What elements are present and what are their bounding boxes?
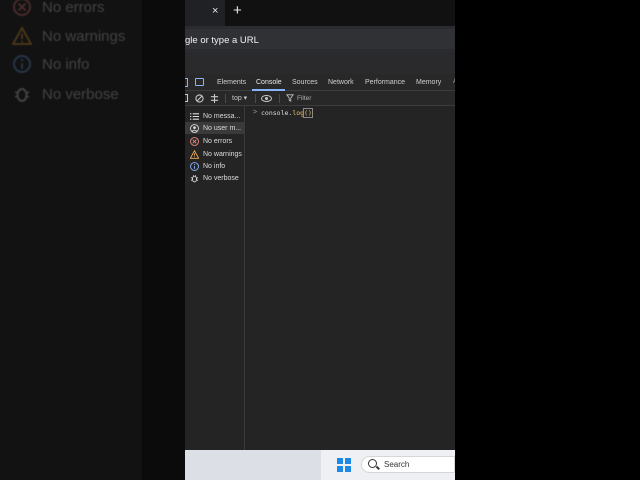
toolbar-divider bbox=[279, 94, 280, 103]
tab-sources[interactable]: Sources bbox=[292, 79, 318, 86]
sidebar-item-label: No warnings bbox=[203, 150, 242, 158]
console-toolbar: top ▾ Filter bbox=[185, 91, 455, 106]
sidebar-item-warnings[interactable]: No warnings bbox=[185, 148, 244, 160]
list-icon bbox=[190, 112, 199, 120]
new-tab-icon[interactable]: + bbox=[233, 2, 242, 19]
windows-logo-tile bbox=[345, 458, 351, 464]
taskbar-search[interactable]: Search bbox=[361, 456, 455, 473]
taskbar-search-label: Search bbox=[384, 460, 410, 469]
omnibox-placeholder: gle or type a URL bbox=[185, 35, 259, 46]
bg-item-info: No info bbox=[12, 54, 90, 74]
browser-tab[interactable]: × bbox=[185, 0, 225, 26]
console-input-function: log bbox=[292, 109, 305, 117]
filter-icon bbox=[286, 94, 294, 102]
sidebar-item-info[interactable]: No info bbox=[185, 160, 244, 172]
bg-item-label: No verbose bbox=[42, 85, 119, 103]
sidebar-item-label: No user m... bbox=[203, 124, 242, 132]
bg-item-label: No info bbox=[42, 55, 90, 73]
sidebar-toggle-icon[interactable] bbox=[185, 94, 188, 102]
screen: No errors No warnings No info No verbose… bbox=[0, 0, 640, 480]
user-icon bbox=[190, 123, 199, 133]
page-viewport-strip bbox=[185, 52, 455, 74]
sidebar-item-label: No info bbox=[203, 162, 226, 170]
inspect-element-icon[interactable] bbox=[185, 78, 188, 87]
info-icon bbox=[13, 55, 31, 73]
sidebar-item-user-messages[interactable]: No user m... bbox=[185, 122, 244, 134]
close-tab-icon[interactable]: × bbox=[212, 5, 218, 17]
sidebar-item-verbose[interactable]: No verbose bbox=[185, 172, 244, 184]
toolbar-divider bbox=[225, 94, 226, 103]
bg-item-label: No warnings bbox=[42, 27, 126, 45]
console-panel[interactable]: > console.log() bbox=[246, 106, 455, 450]
blurred-background-right bbox=[455, 0, 640, 480]
device-toolbar-icon[interactable] bbox=[195, 78, 204, 86]
taskbar: Search bbox=[185, 450, 455, 480]
search-icon bbox=[368, 459, 377, 468]
bg-item-label: No errors bbox=[42, 0, 105, 16]
tab-memory[interactable]: Memory bbox=[416, 79, 441, 86]
sidebar-item-label: No errors bbox=[203, 137, 233, 145]
tab-elements[interactable]: Elements bbox=[217, 79, 246, 86]
toolbar-divider bbox=[255, 94, 256, 103]
warning-icon bbox=[12, 26, 32, 45]
windows-logo-tile bbox=[345, 466, 351, 472]
bug-icon bbox=[190, 174, 199, 182]
filter-input[interactable]: Filter bbox=[297, 95, 311, 102]
bg-item-warnings: No warnings bbox=[12, 26, 125, 46]
taskbar-left-area bbox=[185, 450, 321, 480]
console-sidebar: No messa... No user m... No errors No wa… bbox=[185, 106, 245, 450]
warning-icon bbox=[190, 149, 199, 159]
omnibox-input[interactable]: gle or type a URL bbox=[185, 29, 455, 49]
tab-strip: × + bbox=[185, 0, 455, 26]
eye-icon[interactable] bbox=[261, 95, 272, 102]
console-input[interactable]: console.log() bbox=[261, 108, 313, 118]
context-selector[interactable]: top ▾ bbox=[232, 94, 247, 102]
sidebar-item-label: No verbose bbox=[203, 174, 239, 182]
sidebar-item-messages[interactable]: No messa... bbox=[185, 110, 244, 122]
address-bar: gle or type a URL bbox=[185, 26, 455, 52]
sidebar-item-errors[interactable]: No errors bbox=[185, 135, 244, 147]
info-icon bbox=[190, 161, 199, 171]
console-input-parens: () bbox=[303, 108, 313, 118]
windows-logo-tile bbox=[337, 466, 343, 472]
clear-console-icon[interactable] bbox=[195, 94, 204, 103]
tab-console[interactable]: Console bbox=[256, 79, 282, 86]
blurred-background-edge bbox=[142, 0, 185, 480]
bug-icon bbox=[14, 88, 30, 102]
tab-performance[interactable]: Performance bbox=[365, 79, 405, 86]
live-expression-icon[interactable] bbox=[210, 94, 219, 103]
console-prompt: > bbox=[253, 109, 258, 116]
bg-item-errors: No errors bbox=[12, 0, 105, 17]
console-input-object: console. bbox=[261, 109, 293, 117]
tab-network[interactable]: Network bbox=[328, 79, 354, 86]
windows-start-icon[interactable] bbox=[337, 458, 351, 472]
sidebar-item-label: No messa... bbox=[203, 112, 241, 120]
browser-window: × + gle or type a URL Elements Console S… bbox=[185, 0, 455, 480]
error-icon bbox=[13, 0, 31, 16]
error-icon bbox=[190, 136, 199, 146]
bg-item-verbose: No verbose bbox=[12, 84, 119, 104]
devtools-tabbar: Elements Console Sources Network Perform… bbox=[185, 74, 455, 91]
windows-logo-tile bbox=[337, 458, 343, 464]
more-tabs-icon[interactable]: A bbox=[453, 78, 455, 85]
blurred-background-left: No errors No warnings No info No verbose bbox=[0, 0, 142, 480]
